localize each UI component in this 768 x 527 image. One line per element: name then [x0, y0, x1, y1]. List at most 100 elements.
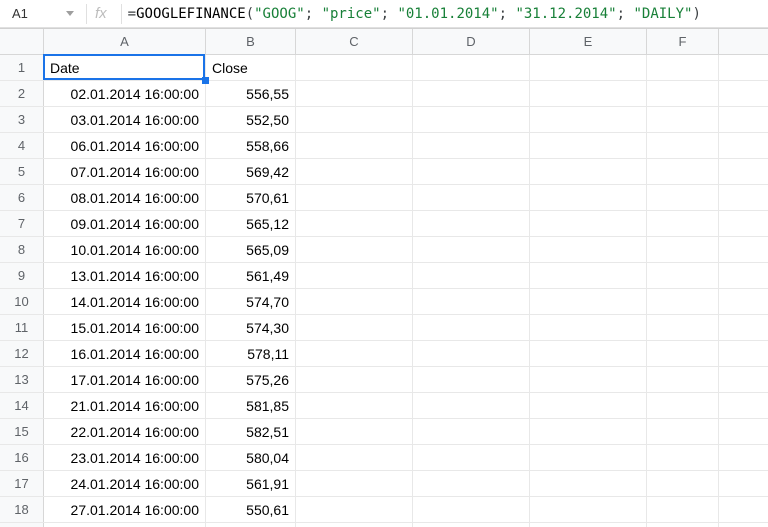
cell-a15[interactable]: 22.01.2014 16:00:00	[44, 419, 206, 444]
cell-a17[interactable]: 24.01.2014 16:00:00	[44, 471, 206, 496]
cell-a1[interactable]: Date	[44, 55, 206, 80]
cell-c19[interactable]	[296, 523, 413, 527]
cell-a4[interactable]: 06.01.2014 16:00:00	[44, 133, 206, 158]
row-header[interactable]: 1	[0, 55, 44, 80]
row-header[interactable]: 12	[0, 341, 44, 366]
cell-c2[interactable]	[296, 81, 413, 106]
cell-a8[interactable]: 10.01.2014 16:00:00	[44, 237, 206, 262]
cell-a5[interactable]: 07.01.2014 16:00:00	[44, 159, 206, 184]
cell-a12[interactable]: 16.01.2014 16:00:00	[44, 341, 206, 366]
row-header[interactable]: 3	[0, 107, 44, 132]
cell-f7[interactable]	[647, 211, 719, 236]
column-header-c[interactable]: C	[296, 29, 413, 54]
cell-f12[interactable]	[647, 341, 719, 366]
row-header[interactable]: 10	[0, 289, 44, 314]
cell-f19[interactable]	[647, 523, 719, 527]
column-header-f[interactable]: F	[647, 29, 719, 54]
cell-e6[interactable]	[530, 185, 647, 210]
cell-c4[interactable]	[296, 133, 413, 158]
cell-d10[interactable]	[413, 289, 530, 314]
column-header-a[interactable]: A	[44, 29, 206, 54]
cell-c15[interactable]	[296, 419, 413, 444]
cell-b15[interactable]: 582,51	[206, 419, 296, 444]
cell-b14[interactable]: 581,85	[206, 393, 296, 418]
cell-b7[interactable]: 565,12	[206, 211, 296, 236]
cell-c8[interactable]	[296, 237, 413, 262]
cell-d18[interactable]	[413, 497, 530, 522]
cell-b11[interactable]: 574,30	[206, 315, 296, 340]
cell-e14[interactable]	[530, 393, 647, 418]
row-header[interactable]: 15	[0, 419, 44, 444]
cell-b16[interactable]: 580,04	[206, 445, 296, 470]
cell-f18[interactable]	[647, 497, 719, 522]
cell-a10[interactable]: 14.01.2014 16:00:00	[44, 289, 206, 314]
row-header[interactable]: 14	[0, 393, 44, 418]
cell-c10[interactable]	[296, 289, 413, 314]
cell-f16[interactable]	[647, 445, 719, 470]
cell-b10[interactable]: 574,70	[206, 289, 296, 314]
row-header[interactable]: 18	[0, 497, 44, 522]
cell-f15[interactable]	[647, 419, 719, 444]
cell-f3[interactable]	[647, 107, 719, 132]
cell-b2[interactable]: 556,55	[206, 81, 296, 106]
cell-e10[interactable]	[530, 289, 647, 314]
cell-a14[interactable]: 21.01.2014 16:00:00	[44, 393, 206, 418]
cell-b8[interactable]: 565,09	[206, 237, 296, 262]
cell-b19[interactable]: 561,50	[206, 523, 296, 527]
cell-e1[interactable]	[530, 55, 647, 80]
cell-a9[interactable]: 13.01.2014 16:00:00	[44, 263, 206, 288]
row-header[interactable]: 5	[0, 159, 44, 184]
cell-f2[interactable]	[647, 81, 719, 106]
cell-f1[interactable]	[647, 55, 719, 80]
cell-c13[interactable]	[296, 367, 413, 392]
row-header[interactable]: 17	[0, 471, 44, 496]
cell-f10[interactable]	[647, 289, 719, 314]
cell-b3[interactable]: 552,50	[206, 107, 296, 132]
cell-a2[interactable]: 02.01.2014 16:00:00	[44, 81, 206, 106]
cell-f6[interactable]	[647, 185, 719, 210]
select-all-corner[interactable]	[0, 29, 44, 54]
cell-d19[interactable]	[413, 523, 530, 527]
cell-d15[interactable]	[413, 419, 530, 444]
cell-f4[interactable]	[647, 133, 719, 158]
cell-e9[interactable]	[530, 263, 647, 288]
row-header[interactable]: 19	[0, 523, 44, 527]
cell-e13[interactable]	[530, 367, 647, 392]
cell-e4[interactable]	[530, 133, 647, 158]
cell-e16[interactable]	[530, 445, 647, 470]
cell-e19[interactable]	[530, 523, 647, 527]
row-header[interactable]: 4	[0, 133, 44, 158]
row-header[interactable]: 7	[0, 211, 44, 236]
cell-c12[interactable]	[296, 341, 413, 366]
row-header[interactable]: 2	[0, 81, 44, 106]
cell-c11[interactable]	[296, 315, 413, 340]
cell-a3[interactable]: 03.01.2014 16:00:00	[44, 107, 206, 132]
cell-c7[interactable]	[296, 211, 413, 236]
cell-d9[interactable]	[413, 263, 530, 288]
cell-d12[interactable]	[413, 341, 530, 366]
cell-e2[interactable]	[530, 81, 647, 106]
cell-d14[interactable]	[413, 393, 530, 418]
column-header-d[interactable]: D	[413, 29, 530, 54]
row-header[interactable]: 6	[0, 185, 44, 210]
cell-c16[interactable]	[296, 445, 413, 470]
column-header-e[interactable]: E	[530, 29, 647, 54]
cell-f11[interactable]	[647, 315, 719, 340]
cell-e18[interactable]	[530, 497, 647, 522]
cell-d7[interactable]	[413, 211, 530, 236]
cell-b4[interactable]: 558,66	[206, 133, 296, 158]
cell-b6[interactable]: 570,61	[206, 185, 296, 210]
column-header-b[interactable]: B	[206, 29, 296, 54]
cell-e15[interactable]	[530, 419, 647, 444]
row-header[interactable]: 13	[0, 367, 44, 392]
cell-d13[interactable]	[413, 367, 530, 392]
row-header[interactable]: 16	[0, 445, 44, 470]
cell-e11[interactable]	[530, 315, 647, 340]
cell-d8[interactable]	[413, 237, 530, 262]
cell-e7[interactable]	[530, 211, 647, 236]
cell-f13[interactable]	[647, 367, 719, 392]
cell-c14[interactable]	[296, 393, 413, 418]
cell-d17[interactable]	[413, 471, 530, 496]
cell-d5[interactable]	[413, 159, 530, 184]
formula-input[interactable]: =GOOGLEFINANCE("GOOG"; "price"; "01.01.2…	[128, 6, 764, 22]
